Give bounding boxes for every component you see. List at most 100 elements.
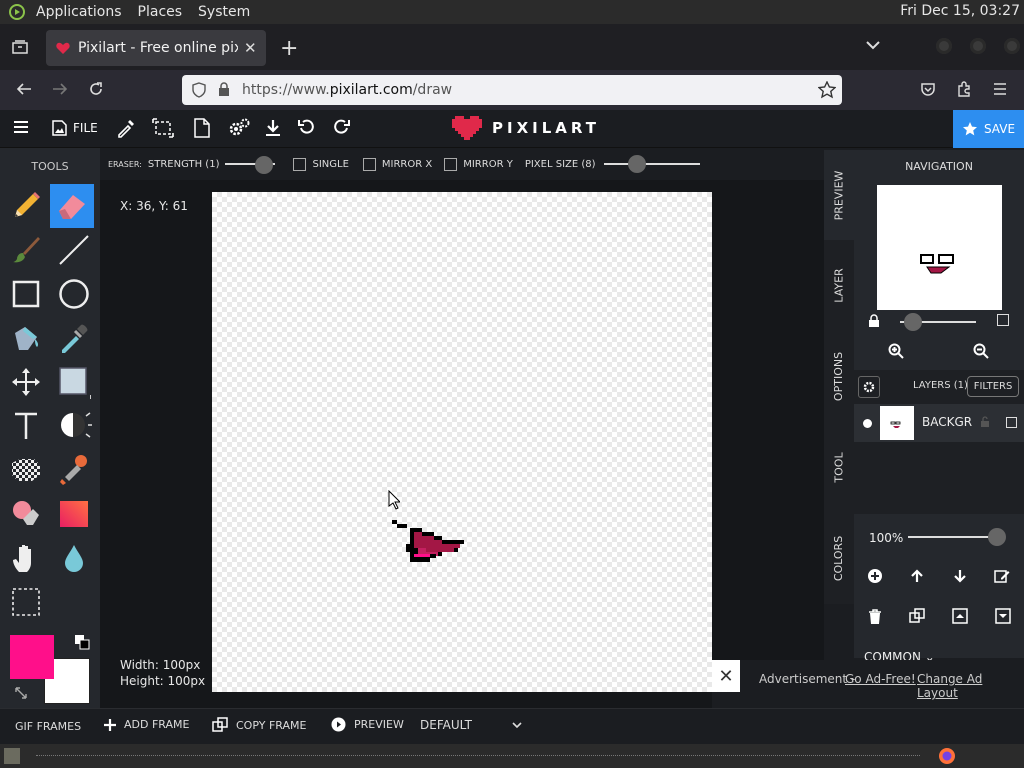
- settings-gears-icon[interactable]: [228, 118, 250, 140]
- layer-lock-icon[interactable]: [980, 416, 990, 428]
- hand-pan-tool-icon[interactable]: [4, 536, 48, 580]
- os-menu-applications[interactable]: Applications: [28, 4, 130, 20]
- preview-frames-button[interactable]: PREVIEW: [331, 717, 404, 732]
- merge-down-icon[interactable]: [995, 608, 1011, 624]
- show-desktop-icon[interactable]: [4, 748, 20, 764]
- close-window-icon[interactable]: [1004, 38, 1020, 54]
- copy-frame-button[interactable]: COPY FRAME: [212, 717, 306, 733]
- gif-frames-label[interactable]: GIF FRAMES: [15, 720, 81, 733]
- pixel-size-slider[interactable]: [603, 155, 700, 173]
- resize-canvas-icon[interactable]: [152, 118, 174, 140]
- close-ad-icon[interactable]: ✕: [712, 660, 740, 692]
- reload-icon[interactable]: [88, 81, 104, 97]
- opacity-slider[interactable]: [908, 528, 1008, 548]
- circle-tool-icon[interactable]: [52, 272, 96, 316]
- shade-eraser-tool-icon[interactable]: [4, 492, 48, 536]
- filters-button[interactable]: FILTERS: [967, 376, 1019, 397]
- layer-visibility-icon[interactable]: [863, 419, 872, 428]
- eyedropper-header-icon[interactable]: [116, 118, 138, 140]
- zoom-out-icon[interactable]: [973, 343, 989, 359]
- rename-layer-icon[interactable]: [994, 568, 1010, 584]
- layer-settings-gear-icon[interactable]: [858, 376, 880, 398]
- extensions-icon[interactable]: [956, 81, 972, 97]
- zoom-slider[interactable]: [900, 312, 976, 332]
- mirror-x-checkbox[interactable]: MIRROR X: [362, 157, 432, 171]
- minimize-icon[interactable]: [936, 38, 952, 54]
- file-menu-button[interactable]: FILE: [52, 120, 98, 136]
- os-logo-icon[interactable]: [4, 3, 28, 21]
- eraser-tool-icon[interactable]: [50, 184, 94, 228]
- merge-up-icon[interactable]: [952, 608, 968, 624]
- tab-close-icon[interactable]: ✕: [244, 39, 257, 57]
- tab-overview-icon[interactable]: [12, 39, 28, 55]
- stamp-tool-icon[interactable]: [52, 448, 96, 492]
- mirror-y-checkbox[interactable]: MIRROR Y: [444, 157, 513, 171]
- duplicate-layer-icon[interactable]: [909, 608, 925, 624]
- blur-drop-tool-icon[interactable]: [52, 536, 96, 580]
- primary-color-swatch-front[interactable]: [10, 635, 54, 679]
- pocket-icon[interactable]: [920, 81, 936, 97]
- tab-list-chevron-icon[interactable]: [866, 40, 880, 50]
- blend-mode-select[interactable]: COMMON ⌄: [864, 650, 944, 660]
- fit-to-screen-icon[interactable]: [997, 314, 1009, 326]
- change-ad-layout-link[interactable]: Change Ad Layout: [917, 672, 1024, 700]
- strength-slider[interactable]: [225, 156, 277, 174]
- layer-row[interactable]: BACKGROUND: [854, 404, 1024, 442]
- add-layer-icon[interactable]: [867, 568, 883, 584]
- brush-tool-icon[interactable]: [4, 228, 48, 272]
- delete-layer-icon[interactable]: [868, 609, 882, 625]
- browser-tab-active[interactable]: Pixilart - Free online pixel art ✕: [46, 30, 266, 66]
- select-tool-icon[interactable]: [4, 580, 48, 624]
- text-tool-icon[interactable]: [4, 404, 48, 448]
- add-frame-button[interactable]: ADD FRAME: [104, 718, 189, 731]
- swap-colors-arrow-icon[interactable]: [14, 686, 28, 700]
- maximize-icon[interactable]: [970, 38, 986, 54]
- color-picker-tool-icon[interactable]: [52, 316, 96, 360]
- dither-light-tool-icon[interactable]: [52, 404, 96, 448]
- single-checkbox[interactable]: SINGLE: [293, 157, 349, 171]
- pixilart-logo[interactable]: PIXILART: [452, 116, 600, 140]
- tab-tool[interactable]: TOOL: [824, 422, 854, 512]
- navigation-preview[interactable]: [877, 185, 1002, 310]
- tab-colors[interactable]: COLORS: [824, 512, 854, 604]
- line-tool-icon[interactable]: [52, 228, 96, 272]
- drawing-canvas[interactable]: [212, 192, 712, 692]
- new-file-icon[interactable]: [194, 118, 216, 140]
- tab-preview[interactable]: PREVIEW: [824, 150, 854, 240]
- move-layer-up-icon[interactable]: [910, 569, 924, 583]
- os-menu-places[interactable]: Places: [130, 4, 191, 20]
- pencil-tool-icon[interactable]: [4, 184, 48, 228]
- os-menu-system[interactable]: System: [190, 4, 258, 20]
- os-clock[interactable]: Fri Dec 15, 03:27: [900, 3, 1020, 19]
- layer-name[interactable]: BACKGROUND: [922, 415, 972, 429]
- chevron-down-icon[interactable]: [512, 722, 522, 730]
- lock-zoom-icon[interactable]: [868, 314, 880, 328]
- app-menu-icon[interactable]: [12, 118, 34, 140]
- browser-menu-icon[interactable]: [992, 81, 1008, 97]
- swap-default-colors-icon[interactable]: [74, 634, 90, 650]
- bucket-fill-tool-icon[interactable]: [4, 316, 48, 360]
- gradient-tool-icon[interactable]: [52, 492, 96, 536]
- rectangle-tool-icon[interactable]: [4, 272, 48, 316]
- layer-select-checkbox[interactable]: [1006, 417, 1017, 428]
- lock-icon[interactable]: [218, 82, 230, 97]
- save-button[interactable]: SAVE: [953, 110, 1024, 148]
- shield-icon[interactable]: [192, 82, 206, 98]
- undo-icon[interactable]: [298, 118, 320, 140]
- back-arrow-icon[interactable]: [16, 81, 32, 97]
- redo-icon[interactable]: [332, 118, 354, 140]
- zoom-in-icon[interactable]: [888, 343, 904, 359]
- go-ad-free-link[interactable]: Go Ad-Free!: [845, 672, 916, 686]
- shape-fill-tool-icon[interactable]: [52, 360, 96, 404]
- frame-mode-select[interactable]: DEFAULT: [420, 718, 472, 732]
- bookmark-star-icon[interactable]: [818, 81, 836, 99]
- firefox-taskbar-icon[interactable]: [936, 746, 958, 766]
- new-tab-icon[interactable]: +: [280, 36, 298, 61]
- tab-options[interactable]: OPTIONS: [824, 330, 854, 422]
- forward-arrow-icon[interactable]: [52, 81, 68, 97]
- tab-layer[interactable]: LAYER: [824, 240, 854, 330]
- move-layer-down-icon[interactable]: [953, 569, 967, 583]
- move-tool-icon[interactable]: [4, 360, 48, 404]
- download-icon[interactable]: [264, 118, 286, 140]
- dither-pattern-tool-icon[interactable]: [4, 448, 48, 492]
